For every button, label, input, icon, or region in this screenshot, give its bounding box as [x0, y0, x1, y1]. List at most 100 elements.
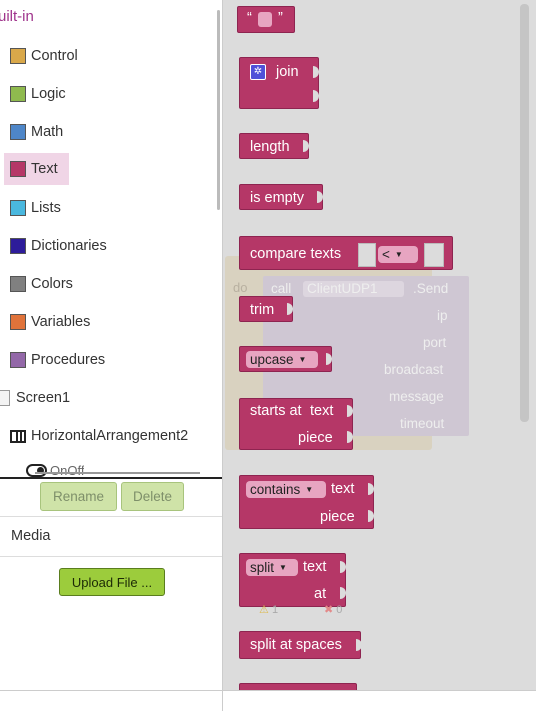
operator-label: <	[382, 247, 390, 262]
string-input[interactable]	[258, 12, 272, 27]
upload-file-button[interactable]: Upload File ...	[59, 568, 165, 596]
ghost-arg-ip: ip	[437, 308, 448, 323]
arg-label: text	[303, 559, 327, 575]
procedures-swatch-icon	[10, 352, 26, 368]
tree-item-horizontal-arrangement[interactable]: HorizontalArrangement2	[10, 424, 188, 448]
divider	[0, 556, 222, 557]
input-socket	[313, 66, 319, 78]
input-socket	[347, 405, 353, 417]
blocks-panel: uilt-in Control Logic Math Text Lists Di…	[0, 0, 223, 711]
block-split[interactable]: split ▼ text at	[239, 553, 346, 607]
tree-item-screen1[interactable]: Screen1	[0, 387, 70, 409]
contains-dropdown[interactable]: contains ▼	[246, 481, 326, 498]
block-upcase[interactable]: upcase ▼	[239, 346, 332, 372]
builtin-header[interactable]: uilt-in	[0, 8, 34, 25]
arg-label: piece	[320, 509, 355, 525]
block-starts-at[interactable]: starts at text piece	[239, 398, 353, 450]
warning-count: 1	[271, 604, 279, 616]
ghost-component-label: ClientUDP1	[307, 281, 378, 296]
divider	[0, 690, 536, 691]
media-heading: Media	[11, 528, 51, 544]
input-socket	[424, 243, 444, 267]
text-swatch-icon	[10, 161, 26, 177]
block-label: join	[276, 64, 299, 80]
category-label: Dictionaries	[31, 238, 107, 254]
category-control[interactable]: Control	[4, 40, 218, 72]
block-label: length	[250, 139, 290, 155]
block-compare-texts[interactable]: compare texts < ▼	[239, 236, 453, 270]
category-label: Procedures	[31, 352, 106, 368]
ghost-arg-message: message	[389, 389, 444, 404]
ghost-arg-broadcast: broadcast	[384, 362, 444, 377]
divider	[0, 477, 222, 479]
delete-button[interactable]: Delete	[121, 482, 184, 511]
category-variables[interactable]: Variables	[4, 306, 218, 338]
mutator-gear-icon[interactable]: ✲	[250, 64, 266, 80]
warning-triangle-icon: ⚠	[259, 604, 269, 616]
category-label: Colors	[31, 276, 73, 292]
block-contains[interactable]: contains ▼ text piece	[239, 475, 374, 529]
category-procedures[interactable]: Procedures	[4, 344, 218, 376]
tree-item-label: HorizontalArrangement2	[31, 428, 189, 444]
block-text-string[interactable]: “ ”	[237, 6, 295, 33]
ghost-call-label: call	[271, 281, 292, 296]
input-socket	[368, 483, 374, 495]
block-trim[interactable]: trim	[239, 296, 293, 322]
block-partial[interactable]	[239, 683, 357, 690]
blocks-workspace[interactable]: do call ClientUDP1 .Send ip port broadca…	[223, 0, 536, 690]
category-colors[interactable]: Colors	[4, 268, 218, 300]
block-length[interactable]: length	[239, 133, 309, 159]
block-split-at-spaces[interactable]: split at spaces	[239, 631, 362, 659]
input-socket	[287, 303, 293, 315]
category-label: Math	[31, 124, 64, 140]
category-logic[interactable]: Logic	[4, 78, 218, 110]
category-label: Control	[31, 48, 78, 64]
palette-scrollbar[interactable]	[217, 10, 220, 210]
lists-swatch-icon	[10, 200, 26, 216]
error-indicator[interactable]: ✖ 0	[324, 603, 342, 616]
dropdown-label: split	[250, 560, 275, 575]
upcase-dropdown[interactable]: upcase ▼	[246, 351, 318, 368]
input-socket	[347, 431, 353, 443]
tree-item-label: OnOff	[50, 462, 85, 478]
chevron-down-icon: ▼	[279, 563, 287, 572]
split-dropdown[interactable]: split ▼	[246, 559, 298, 576]
control-swatch-icon	[10, 48, 26, 64]
dropdown-label: contains	[250, 482, 301, 497]
input-socket	[326, 353, 332, 365]
tree-item-label: Screen1	[16, 390, 71, 406]
block-label: trim	[250, 302, 275, 318]
block-is-empty[interactable]: is empty	[239, 184, 323, 210]
arg-label: at	[314, 586, 327, 602]
quote-close: ”	[278, 10, 283, 26]
dropdown-label: upcase	[250, 352, 294, 367]
input-socket	[313, 90, 319, 102]
category-text[interactable]: Text	[4, 153, 69, 185]
ghost-arg-timeout: timeout	[400, 416, 445, 431]
switch-icon	[26, 463, 47, 477]
category-lists[interactable]: Lists	[4, 192, 218, 224]
workspace-scrollbar[interactable]	[520, 4, 529, 422]
screen-icon	[0, 390, 10, 406]
input-socket	[340, 561, 346, 573]
variables-swatch-icon	[10, 314, 26, 330]
dictionaries-swatch-icon	[10, 238, 26, 254]
divider	[0, 516, 222, 517]
block-label: starts at	[250, 403, 302, 419]
math-swatch-icon	[10, 124, 26, 140]
rename-button[interactable]: Rename	[40, 482, 117, 511]
ghost-do-label: do	[233, 280, 248, 295]
compare-operator-dropdown[interactable]: < ▼	[378, 246, 418, 263]
warning-indicator[interactable]: ⚠ 1	[259, 603, 278, 616]
tree-horizontal-scrollbar[interactable]	[35, 472, 200, 474]
horizontal-arrangement-icon	[10, 429, 26, 443]
input-socket	[368, 510, 374, 522]
block-join[interactable]: ✲ join	[239, 57, 319, 109]
category-dictionaries[interactable]: Dictionaries	[4, 230, 218, 262]
colors-swatch-icon	[10, 276, 26, 292]
category-math[interactable]: Math	[4, 116, 218, 148]
input-socket	[317, 191, 323, 203]
arg-label: text	[331, 481, 355, 497]
category-label: Variables	[31, 314, 91, 330]
category-label: Logic	[31, 86, 66, 102]
